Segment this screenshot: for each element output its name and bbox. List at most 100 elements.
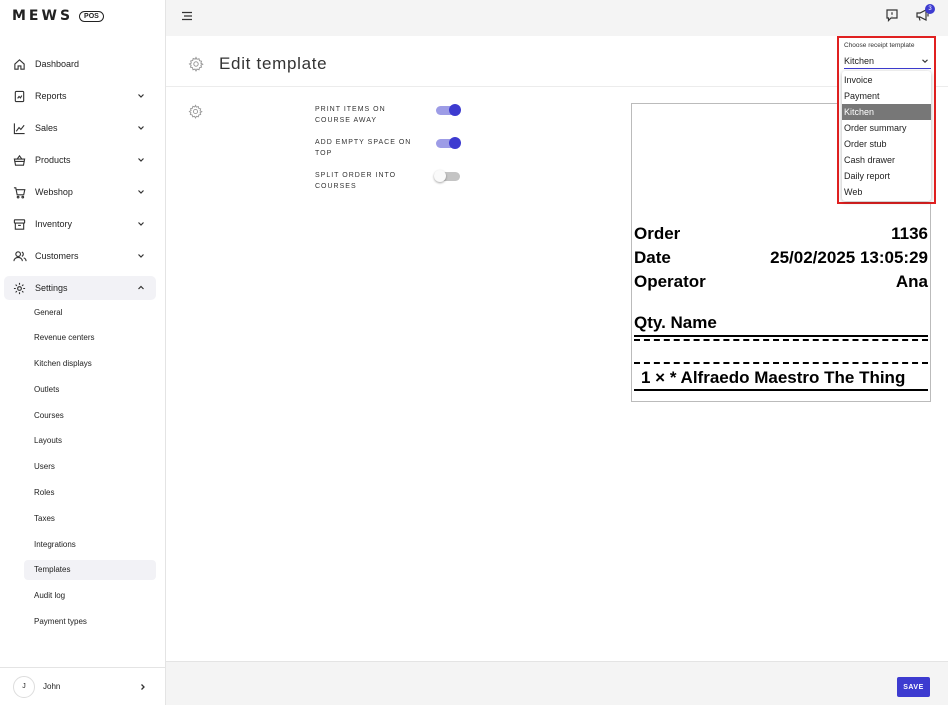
subnav-item-audit-log[interactable]: Audit log: [24, 586, 156, 606]
avatar: J: [13, 675, 35, 698]
sidebar-nav: Dashboard Reports Sales Products Webshop…: [4, 52, 156, 308]
sidebar-item-sales[interactable]: Sales: [4, 116, 156, 140]
gear-icon: [12, 281, 27, 296]
footer-bar: SAVE: [166, 661, 948, 705]
template-option-daily-report[interactable]: Daily report: [842, 168, 931, 184]
subnav-item-outlets[interactable]: Outlets: [24, 379, 156, 399]
toggle-split-order-into-courses[interactable]: [434, 170, 460, 182]
receipt-divider: [634, 335, 928, 337]
toggle-add-empty-space-on-top[interactable]: [436, 137, 461, 149]
cart-icon: [12, 185, 27, 200]
help-chat-icon[interactable]: [885, 8, 899, 22]
subnav-item-integrations[interactable]: Integrations: [24, 534, 156, 554]
chevron-down-icon: [138, 158, 144, 162]
users-icon: [12, 249, 27, 264]
template-option-payment[interactable]: Payment: [842, 88, 931, 104]
document-icon: [12, 89, 27, 104]
subnav-item-kitchen-displays[interactable]: Kitchen displays: [24, 354, 156, 374]
receipt-row-operator: Operator Ana: [634, 272, 928, 292]
box-icon: [12, 217, 27, 232]
template-option-kitchen[interactable]: Kitchen: [842, 104, 931, 120]
subnav-item-courses[interactable]: Courses: [24, 405, 156, 425]
option-label-print-items-on-course-away: PRINT ITEMS ON COURSE AWAY: [315, 106, 386, 124]
sidebar-item-inventory[interactable]: Inventory: [4, 212, 156, 236]
sidebar-item-label: Products: [35, 155, 71, 165]
chevron-down-icon: [138, 190, 144, 194]
sidebar-item-label: Reports: [35, 91, 67, 101]
receipt-row-date: Date 25/02/2025 13:05:29: [634, 248, 928, 268]
template-option-cash-drawer[interactable]: Cash drawer: [842, 152, 931, 168]
sidebar-item-label: Webshop: [35, 187, 73, 197]
toggle-knob: [449, 137, 461, 149]
sidebar-item-reports[interactable]: Reports: [4, 84, 156, 108]
notification-badge: 3: [925, 4, 935, 14]
template-options-list: Invoice Payment Kitchen Order summary Or…: [842, 71, 931, 201]
settings-subnav: General Revenue centers Kitchen displays…: [24, 302, 156, 637]
toggle-knob: [434, 170, 446, 182]
chevron-up-icon: [138, 285, 144, 290]
template-select-value: Kitchen: [844, 56, 875, 66]
subnav-item-general[interactable]: General: [24, 302, 156, 322]
option-label-add-empty-space-on-top: ADD EMPTY SPACE ON TOP: [315, 139, 412, 157]
subnav-item-layouts[interactable]: Layouts: [24, 431, 156, 451]
sidebar-item-label: Sales: [35, 123, 58, 133]
receipt-order-label: Order: [634, 224, 681, 243]
subnav-item-users[interactable]: Users: [24, 457, 156, 477]
basket-icon: [12, 153, 27, 168]
toggle-knob: [449, 104, 461, 116]
sidebar-item-dashboard[interactable]: Dashboard: [4, 52, 156, 76]
receipt-divider: [634, 389, 928, 391]
subnav-item-revenue-centers[interactable]: Revenue centers: [24, 328, 156, 348]
chevron-right-icon: [141, 684, 145, 690]
template-select[interactable]: Kitchen: [844, 54, 931, 69]
template-option-order-summary[interactable]: Order summary: [842, 120, 931, 136]
brand-name: MEWS: [12, 8, 74, 24]
receipt-columns-header: Qty. Name: [634, 313, 928, 333]
sidebar: MEWS POS Dashboard Reports Sales Product…: [0, 0, 166, 705]
menu-toggle-icon[interactable]: [180, 9, 194, 23]
sidebar-item-customers[interactable]: Customers: [4, 244, 156, 268]
home-icon: [12, 57, 27, 72]
chevron-down-icon: [138, 254, 144, 258]
toggle-print-items-on-course-away[interactable]: [436, 104, 461, 116]
receipt-columns-label: Qty. Name: [634, 313, 717, 332]
receipt-date-label: Date: [634, 248, 671, 267]
sidebar-item-label: Settings: [35, 283, 68, 293]
brand-badge: POS: [79, 10, 104, 22]
user-menu[interactable]: J John: [0, 667, 166, 705]
sidebar-item-label: Inventory: [35, 219, 73, 229]
sidebar-item-settings[interactable]: Settings: [4, 276, 156, 300]
subnav-item-taxes[interactable]: Taxes: [24, 508, 156, 528]
receipt-date-value: 25/02/2025 13:05:29: [770, 248, 928, 267]
sidebar-item-webshop[interactable]: Webshop: [4, 180, 156, 204]
chevron-down-icon: [922, 59, 928, 63]
receipt-row-order: Order 1136: [634, 224, 928, 244]
subnav-item-roles[interactable]: Roles: [24, 483, 156, 503]
template-option-order-stub[interactable]: Order stub: [842, 136, 931, 152]
save-button[interactable]: SAVE: [897, 677, 930, 697]
receipt-template-chooser: Choose receipt template Kitchen Invoice …: [837, 36, 936, 204]
sidebar-item-label: Customers: [35, 251, 79, 261]
receipt-operator-value: Ana: [895, 272, 928, 291]
chevron-down-icon: [138, 94, 144, 98]
gear-icon: [188, 104, 203, 119]
receipt-item-line: 1 × * Alfraedo Maestro The Thing: [641, 368, 906, 387]
receipt-order-value: 1136: [891, 224, 928, 243]
template-option-invoice[interactable]: Invoice: [842, 72, 931, 88]
template-option-web[interactable]: Web: [842, 184, 931, 200]
page-title: Edit template: [219, 54, 328, 73]
subnav-item-payment-types[interactable]: Payment types: [24, 612, 156, 632]
user-name: John: [43, 682, 61, 691]
gear-icon: [188, 56, 204, 72]
chart-line-icon: [12, 121, 27, 136]
page-header: Edit template: [166, 36, 948, 87]
sidebar-item-products[interactable]: Products: [4, 148, 156, 172]
receipt-operator-label: Operator: [634, 272, 706, 291]
sidebar-item-label: Dashboard: [35, 59, 80, 69]
chevron-down-icon: [138, 126, 144, 130]
subnav-item-templates[interactable]: Templates: [24, 559, 156, 580]
topbar: 3: [166, 0, 948, 36]
chevron-down-icon: [138, 222, 144, 226]
chooser-label: Choose receipt template: [844, 42, 915, 49]
logo[interactable]: MEWS POS: [12, 8, 104, 24]
